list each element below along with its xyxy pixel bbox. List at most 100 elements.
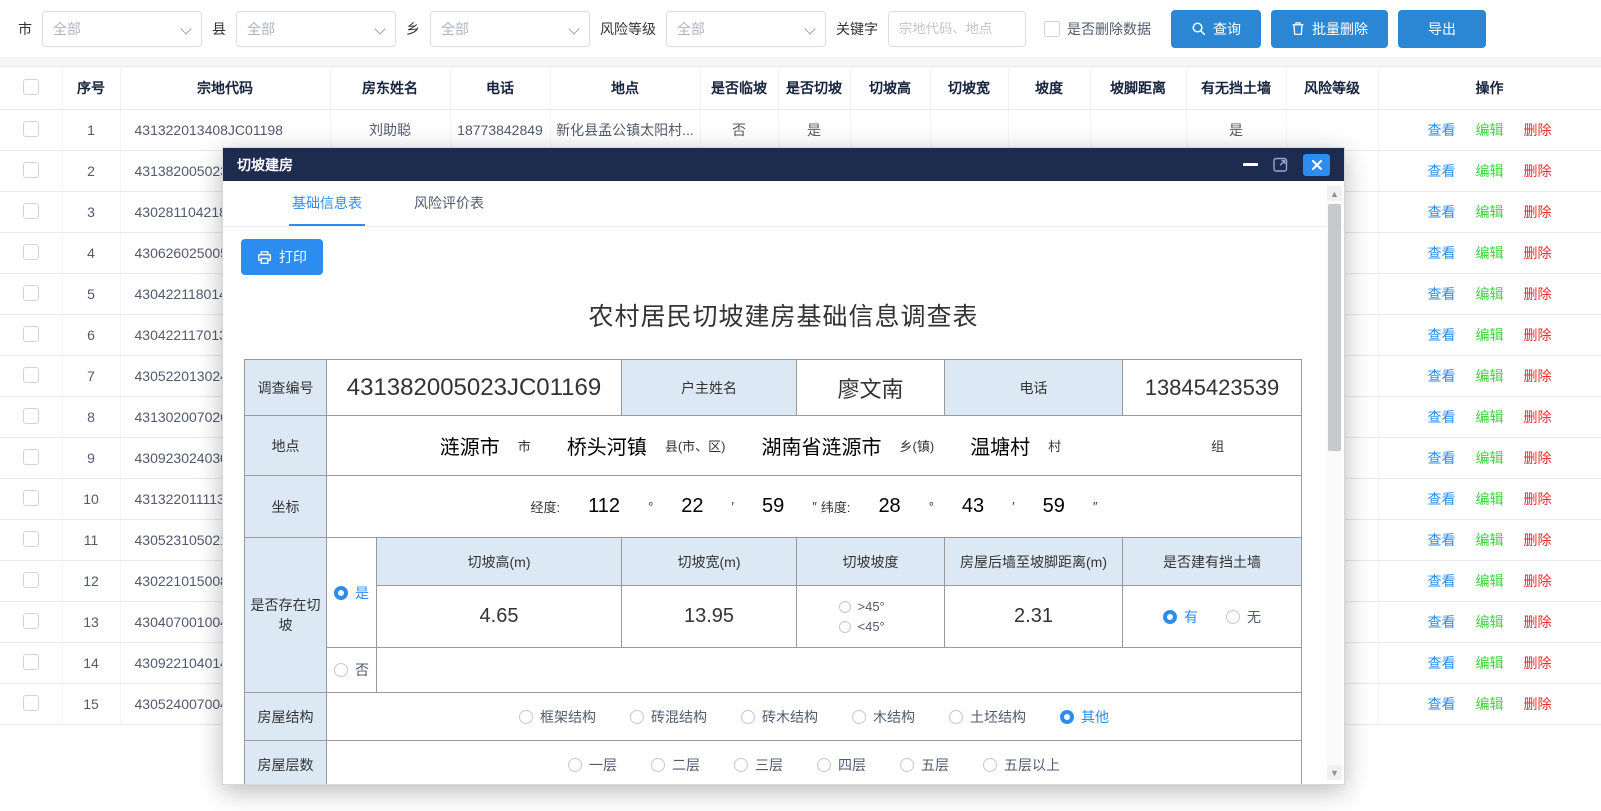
delete-link[interactable]: 删除 bbox=[1524, 573, 1552, 589]
view-link[interactable]: 查看 bbox=[1428, 655, 1456, 671]
row-checkbox[interactable] bbox=[23, 490, 39, 506]
delete-link[interactable]: 删除 bbox=[1524, 409, 1552, 425]
edit-link[interactable]: 编辑 bbox=[1476, 696, 1504, 712]
edit-link[interactable]: 编辑 bbox=[1476, 409, 1504, 425]
edit-link[interactable]: 编辑 bbox=[1476, 614, 1504, 630]
modal-titlebar[interactable]: 切坡建房 bbox=[223, 148, 1344, 181]
radio-option[interactable]: 其他 bbox=[1060, 707, 1109, 727]
edit-link[interactable]: 编辑 bbox=[1476, 491, 1504, 507]
radio-icon bbox=[741, 710, 755, 724]
deleted-data-checkbox[interactable] bbox=[1044, 21, 1060, 37]
view-link[interactable]: 查看 bbox=[1428, 696, 1456, 712]
county-select[interactable]: 全部 bbox=[236, 11, 396, 47]
row-checkbox[interactable] bbox=[23, 654, 39, 670]
view-link[interactable]: 查看 bbox=[1428, 163, 1456, 179]
view-link[interactable]: 查看 bbox=[1428, 286, 1456, 302]
edit-link[interactable]: 编辑 bbox=[1476, 286, 1504, 302]
radio-option[interactable]: >45° bbox=[839, 599, 885, 614]
row-checkbox[interactable] bbox=[23, 695, 39, 711]
city-select[interactable]: 全部 bbox=[42, 11, 202, 47]
view-link[interactable]: 查看 bbox=[1428, 614, 1456, 630]
delete-link[interactable]: 删除 bbox=[1524, 696, 1552, 712]
edit-link[interactable]: 编辑 bbox=[1476, 204, 1504, 220]
view-link[interactable]: 查看 bbox=[1428, 122, 1456, 138]
radio-option[interactable]: 砖木结构 bbox=[741, 707, 818, 727]
delete-link[interactable]: 删除 bbox=[1524, 245, 1552, 261]
row-checkbox[interactable] bbox=[23, 449, 39, 465]
print-button[interactable]: 打印 bbox=[241, 239, 323, 275]
edit-link[interactable]: 编辑 bbox=[1476, 532, 1504, 548]
delete-link[interactable]: 删除 bbox=[1524, 122, 1552, 138]
tab-basic-info[interactable]: 基础信息表 bbox=[289, 181, 365, 226]
radio-option[interactable]: 无 bbox=[1226, 607, 1261, 627]
search-button[interactable]: 查询 bbox=[1171, 10, 1261, 48]
radio-option[interactable]: 木结构 bbox=[852, 707, 915, 727]
risk-select[interactable]: 全部 bbox=[666, 11, 826, 47]
row-checkbox[interactable] bbox=[23, 531, 39, 547]
view-link[interactable]: 查看 bbox=[1428, 532, 1456, 548]
modal-scrollbar[interactable]: ▲ ▼ bbox=[1327, 186, 1342, 780]
slope-exist-yes-option[interactable]: 是 bbox=[334, 583, 369, 603]
delete-link[interactable]: 删除 bbox=[1524, 450, 1552, 466]
delete-link[interactable]: 删除 bbox=[1524, 327, 1552, 343]
delete-link[interactable]: 删除 bbox=[1524, 491, 1552, 507]
edit-link[interactable]: 编辑 bbox=[1476, 163, 1504, 179]
town-select[interactable]: 全部 bbox=[430, 11, 590, 47]
edit-link[interactable]: 编辑 bbox=[1476, 245, 1504, 261]
radio-option[interactable]: 二层 bbox=[651, 755, 700, 775]
row-checkbox[interactable] bbox=[23, 285, 39, 301]
row-checkbox[interactable] bbox=[23, 162, 39, 178]
view-link[interactable]: 查看 bbox=[1428, 573, 1456, 589]
radio-option[interactable]: 三层 bbox=[734, 755, 783, 775]
row-checkbox[interactable] bbox=[23, 408, 39, 424]
radio-option[interactable]: 四层 bbox=[817, 755, 866, 775]
scrollbar-thumb[interactable] bbox=[1328, 204, 1341, 451]
radio-option[interactable]: 五层 bbox=[900, 755, 949, 775]
radio-option[interactable]: 有 bbox=[1163, 607, 1198, 627]
radio-option[interactable]: 五层以上 bbox=[983, 755, 1060, 775]
edit-link[interactable]: 编辑 bbox=[1476, 655, 1504, 671]
scroll-up-icon[interactable]: ▲ bbox=[1327, 186, 1342, 201]
export-button[interactable]: 导出 bbox=[1398, 10, 1486, 48]
view-link[interactable]: 查看 bbox=[1428, 204, 1456, 220]
select-all-checkbox[interactable] bbox=[23, 79, 39, 95]
radio-option[interactable]: 砖混结构 bbox=[630, 707, 707, 727]
row-checkbox[interactable] bbox=[23, 326, 39, 342]
view-link[interactable]: 查看 bbox=[1428, 245, 1456, 261]
radio-option[interactable]: 土坯结构 bbox=[949, 707, 1026, 727]
radio-option[interactable]: <45° bbox=[839, 619, 885, 634]
row-checkbox[interactable] bbox=[23, 367, 39, 383]
radio-option[interactable]: 框架结构 bbox=[519, 707, 596, 727]
view-link[interactable]: 查看 bbox=[1428, 450, 1456, 466]
delete-link[interactable]: 删除 bbox=[1524, 368, 1552, 384]
row-checkbox[interactable] bbox=[23, 572, 39, 588]
edit-link[interactable]: 编辑 bbox=[1476, 450, 1504, 466]
delete-link[interactable]: 删除 bbox=[1524, 163, 1552, 179]
delete-link[interactable]: 删除 bbox=[1524, 655, 1552, 671]
minimize-icon[interactable] bbox=[1243, 163, 1258, 166]
view-link[interactable]: 查看 bbox=[1428, 368, 1456, 384]
row-checkbox[interactable] bbox=[23, 244, 39, 260]
row-checkbox[interactable] bbox=[23, 613, 39, 629]
delete-link[interactable]: 删除 bbox=[1524, 614, 1552, 630]
edit-link[interactable]: 编辑 bbox=[1476, 368, 1504, 384]
maximize-icon[interactable] bbox=[1272, 156, 1289, 173]
close-icon[interactable] bbox=[1303, 154, 1330, 176]
delete-link[interactable]: 删除 bbox=[1524, 286, 1552, 302]
keyword-input[interactable] bbox=[888, 11, 1026, 47]
edit-link[interactable]: 编辑 bbox=[1476, 122, 1504, 138]
delete-link[interactable]: 删除 bbox=[1524, 204, 1552, 220]
batch-delete-button[interactable]: 批量删除 bbox=[1271, 10, 1388, 48]
edit-link[interactable]: 编辑 bbox=[1476, 573, 1504, 589]
slope-exist-no-option[interactable]: 否 bbox=[334, 660, 369, 680]
view-link[interactable]: 查看 bbox=[1428, 409, 1456, 425]
radio-option[interactable]: 一层 bbox=[568, 755, 617, 775]
edit-link[interactable]: 编辑 bbox=[1476, 327, 1504, 343]
scroll-down-icon[interactable]: ▼ bbox=[1327, 765, 1342, 780]
row-checkbox[interactable] bbox=[23, 203, 39, 219]
row-checkbox[interactable] bbox=[23, 121, 39, 137]
tab-risk-evaluation[interactable]: 风险评价表 bbox=[411, 181, 487, 226]
view-link[interactable]: 查看 bbox=[1428, 491, 1456, 507]
view-link[interactable]: 查看 bbox=[1428, 327, 1456, 343]
delete-link[interactable]: 删除 bbox=[1524, 532, 1552, 548]
